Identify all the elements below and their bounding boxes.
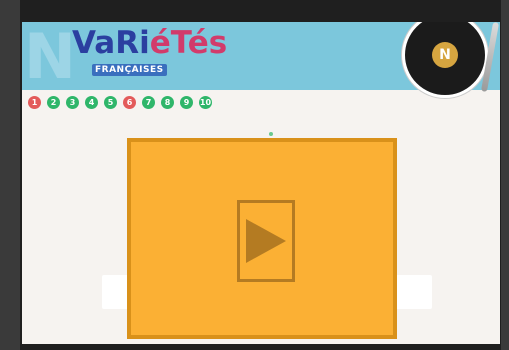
level-button-4[interactable]: 4 (85, 96, 98, 109)
left-edge-shadow (0, 0, 20, 350)
play-icon (246, 219, 286, 263)
video-play-overlay[interactable] (127, 138, 397, 339)
logo-subtitle: FRANÇAISES (92, 64, 167, 76)
level-button-2[interactable]: 2 (47, 96, 60, 109)
level-button-1[interactable]: 1 (28, 96, 41, 109)
level-button-10[interactable]: 10 (199, 96, 212, 109)
logo-title-part2: éTés (149, 25, 228, 61)
background-marker (269, 132, 273, 136)
level-button-5[interactable]: 5 (104, 96, 117, 109)
record-label: N (432, 42, 458, 68)
level-selector: 1 2 3 4 5 6 7 8 9 10 (28, 96, 212, 110)
banner-watermark-letter: N (24, 22, 76, 93)
level-button-8[interactable]: 8 (161, 96, 174, 109)
app-frame: N VaRiéTés FRANÇAISES N 1 2 3 4 5 6 7 8 … (0, 0, 509, 350)
level-button-6[interactable]: 6 (123, 96, 136, 109)
logo-title-part1: VaRi (72, 25, 150, 61)
level-button-3[interactable]: 3 (66, 96, 79, 109)
play-button[interactable] (237, 200, 295, 282)
level-button-7[interactable]: 7 (142, 96, 155, 109)
level-button-9[interactable]: 9 (180, 96, 193, 109)
header-banner: N VaRiéTés FRANÇAISES N (22, 22, 500, 98)
logo-title: VaRiéTés (72, 26, 227, 60)
vinyl-record-icon: N (402, 22, 488, 98)
logo: VaRiéTés FRANÇAISES (72, 26, 227, 86)
right-edge-shadow (501, 0, 509, 350)
